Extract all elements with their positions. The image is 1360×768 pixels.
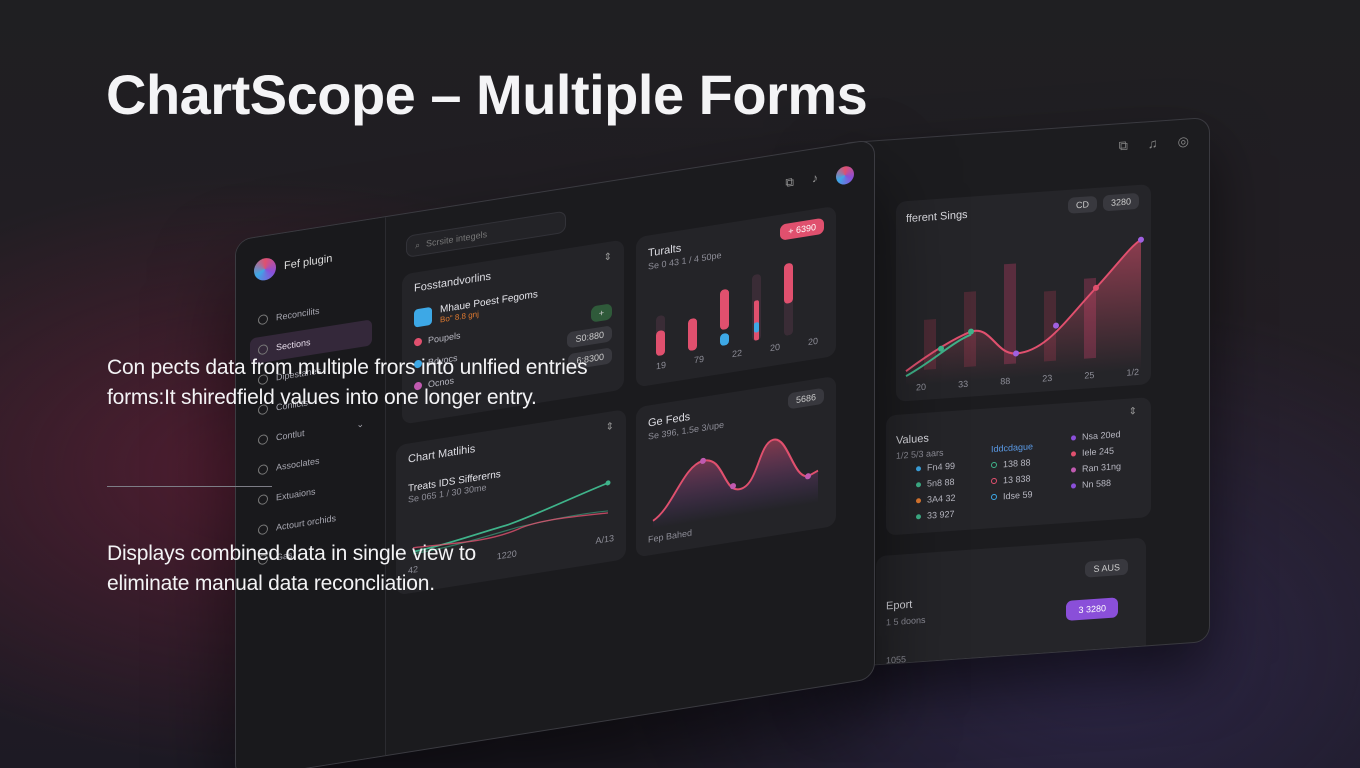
page-headline: ChartScope – Multiple Forms xyxy=(106,63,868,126)
back-tick: 23 xyxy=(1042,372,1053,384)
sort-icon[interactable]: ⇕ xyxy=(604,251,612,264)
trend-bar xyxy=(784,263,793,304)
export-footer: 1055 xyxy=(886,654,907,666)
trend-bar xyxy=(754,322,759,333)
circle-icon xyxy=(258,463,268,476)
logo-text: Fef plugin xyxy=(284,252,333,273)
description-line: forms:It shiredfield values into one lon… xyxy=(107,386,537,409)
sidebar-nav: Reconcilits Sections Dipestanes Conlicts… xyxy=(250,289,372,578)
values-col-1: Fn4 99 5n8 88 3A4 32 33 927 xyxy=(916,461,956,522)
back-tick: 25 xyxy=(1084,369,1095,381)
settings-icon[interactable]: ◎ xyxy=(1178,133,1189,150)
search-icon: ⌕ xyxy=(415,239,421,250)
trend-bar xyxy=(720,289,729,330)
trend-bar xyxy=(720,333,729,346)
form-icon xyxy=(414,306,432,328)
main-content: ⌕ Scrsite integels ⧉ ♪ Fosstandvorlins ⇕… xyxy=(396,140,874,754)
search-input[interactable]: ⌕ Scrsite integels xyxy=(406,210,566,258)
share-icon[interactable]: ⧉ xyxy=(1119,138,1128,155)
values-subtitle: 1/2 5/3 aars xyxy=(896,447,944,461)
trend-bar xyxy=(754,300,759,341)
forms-card-title: Fosstandvorlins xyxy=(414,270,492,295)
sort-icon[interactable]: ⇕ xyxy=(606,421,614,434)
section-divider xyxy=(107,486,272,487)
circle-icon xyxy=(258,523,268,536)
back-tick: 1/2 xyxy=(1126,366,1139,378)
back-topbar: ⧉ ♫ ◎ xyxy=(1119,133,1189,154)
matching-title: Chart Matlihis xyxy=(408,442,476,466)
app-logo[interactable]: Fef plugin xyxy=(254,248,332,282)
back-dashboard-panel: ⧉ ♫ ◎ fferent Sings CD 3280 20 33 88 23 … xyxy=(835,116,1210,669)
matching-point xyxy=(605,480,611,486)
back-bar xyxy=(1004,263,1016,365)
sort-icon[interactable]: ⇕ xyxy=(1129,406,1137,418)
export-subtitle: 1 5 doons xyxy=(886,614,926,628)
back-tick: 88 xyxy=(1000,375,1011,387)
plugin-logo-icon xyxy=(254,256,276,282)
back-values-card: Values 1/2 5/3 aars ⇕ Fn4 99 5n8 88 3A4 … xyxy=(886,397,1151,536)
description-paragraph-2: Displays combined data in single view to… xyxy=(107,539,476,599)
trends-card: Turalts + 6390 Se 0 43 1 / 4 50pe 19 79 … xyxy=(636,205,836,388)
front-dashboard-panel: Fef plugin Reconcilits Sections Dipestan… xyxy=(235,138,875,768)
back-point xyxy=(1138,236,1144,243)
search-placeholder: Scrsite integels xyxy=(426,229,488,249)
export-button[interactable]: 3 3280 xyxy=(1066,597,1118,621)
values-title: Values xyxy=(896,432,929,447)
back-area xyxy=(906,239,1141,387)
export-title: Eport xyxy=(886,598,913,613)
description-line: Con pects data from multiple frors into … xyxy=(107,356,588,379)
asterisk-icon xyxy=(258,433,268,446)
back-tick: 20 xyxy=(916,381,927,393)
feeds-card: Ge Feds 5686 Se 396, 1.5e 3/upe Fep Bahe… xyxy=(636,375,836,558)
description-paragraph-1: Con pects data from multiple frors into … xyxy=(107,353,588,413)
front-topbar-icons: ⧉ ♪ xyxy=(785,164,854,194)
values-col-2: Iddcdague 138 88 13 838 Idse 59 xyxy=(991,441,1034,502)
at-icon xyxy=(258,493,268,506)
export-pill[interactable]: S AUS xyxy=(1085,558,1128,578)
trend-bar xyxy=(688,318,697,351)
share-icon[interactable]: ⧉ xyxy=(785,174,794,193)
back-export-card: Eport 1 5 doons S AUS 3 3280 1055 xyxy=(876,537,1146,669)
chevron-down-icon[interactable]: ⌄ xyxy=(356,418,364,430)
bell-icon[interactable]: ♪ xyxy=(812,171,818,190)
back-tick: 33 xyxy=(958,378,969,390)
circle-icon xyxy=(258,313,268,326)
avatar[interactable] xyxy=(836,164,854,186)
sidebar: Fef plugin Reconcilits Sections Dipestan… xyxy=(236,217,386,768)
values-col-3: Nsa 20ed Iele 245 Ran 31ng Nn 588 xyxy=(1071,429,1121,490)
trend-bar xyxy=(656,330,665,356)
description-line: eliminate manual data reconcliation. xyxy=(107,572,435,595)
bell-icon[interactable]: ♫ xyxy=(1148,136,1158,153)
back-chart-card: fferent Sings CD 3280 20 33 88 23 25 1/2 xyxy=(896,184,1151,402)
description-line: Displays combined data in single view to xyxy=(107,542,477,565)
